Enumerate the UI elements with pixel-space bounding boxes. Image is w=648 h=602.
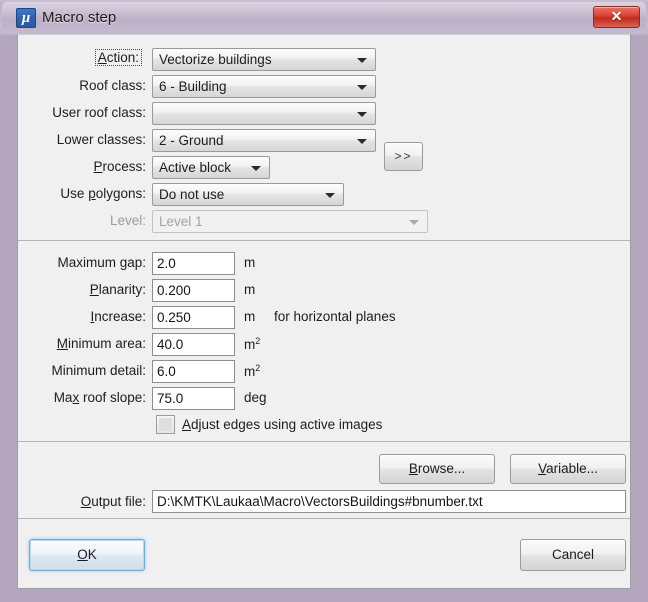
increase-input[interactable]: 0.250 — [152, 306, 235, 329]
output-file-label-box: Output file: — [18, 491, 146, 513]
action-label-box: Action: — [18, 48, 146, 70]
maximum-gap-input[interactable]: 2.0 — [152, 252, 235, 275]
level-label-box: Level: — [18, 210, 146, 232]
minimum-detail-input[interactable]: 6.0 — [152, 360, 235, 383]
planarity-label-box: Planarity: — [18, 279, 146, 301]
use-polygons-label-box: Use polygons: — [18, 183, 146, 205]
level-label: Level: — [109, 213, 146, 228]
planarity-label: Planarity: — [89, 282, 146, 297]
title-bar[interactable]: μ Macro step ✕ — [2, 2, 646, 34]
dialog-footer: OK Cancel — [18, 518, 630, 588]
level-value: Level 1 — [159, 214, 203, 229]
use-polygons-label: Use polygons: — [60, 186, 146, 201]
maximum-gap-label: Maximum gap: — [57, 255, 146, 270]
maximum-gap-unit: m — [244, 255, 256, 270]
action-value: Vectorize buildings — [159, 52, 272, 67]
row-user-roof-class: User roof class: — [18, 102, 630, 126]
row-roof-class: Roof class: 6 - Building — [18, 75, 630, 99]
output-file-input[interactable]: D:\KMTK\Laukaa\Macro\VectorsBuildings#bn… — [152, 490, 626, 513]
close-icon: ✕ — [610, 8, 623, 24]
row-maximum-gap: Maximum gap: 2.0 m — [18, 252, 630, 276]
chevron-down-icon — [251, 166, 261, 171]
close-button[interactable]: ✕ — [593, 6, 640, 28]
minimum-area-label-box: Minimum area: — [18, 333, 146, 355]
increase-label-box: Increase: — [18, 306, 146, 328]
use-polygons-combo[interactable]: Do not use — [152, 183, 344, 206]
roof-class-combo[interactable]: 6 - Building — [152, 75, 376, 98]
row-minimum-area: Minimum area: 40.0 m2 — [18, 333, 630, 357]
browse-button[interactable]: Browse... — [379, 454, 495, 484]
lower-classes-label-box: Lower classes: — [18, 129, 146, 151]
minimum-area-label: Minimum area: — [56, 336, 146, 351]
chevron-down-icon — [357, 139, 367, 144]
minimum-area-unit: m2 — [244, 336, 261, 352]
max-roof-slope-label: Max roof slope: — [53, 390, 146, 405]
cancel-button[interactable]: Cancel — [520, 539, 626, 571]
roof-class-label: Roof class: — [79, 78, 146, 93]
row-process: Process: Active block — [18, 156, 630, 180]
ok-button[interactable]: OK — [29, 539, 145, 571]
increase-label: Increase: — [90, 309, 146, 324]
adjust-edges-label[interactable]: Adjust edges using active images — [182, 417, 382, 432]
selection-panel: Action: Vectorize buildings Roof class: … — [18, 35, 630, 239]
output-panel: Browse... Variable... Output file: D:\KM… — [18, 441, 630, 517]
lower-classes-value: 2 - Ground — [159, 133, 224, 148]
use-polygons-value: Do not use — [159, 187, 225, 202]
max-roof-slope-unit: deg — [244, 390, 267, 405]
roof-class-label-box: Roof class: — [18, 75, 146, 97]
row-lower-classes: Lower classes: 2 - Ground — [18, 129, 630, 153]
user-roof-class-label: User roof class: — [52, 105, 146, 120]
max-roof-slope-input[interactable]: 75.0 — [152, 387, 235, 410]
minimum-detail-label-box: Minimum detail: — [18, 360, 146, 382]
increase-unit: m — [244, 309, 256, 324]
window-title: Macro step — [42, 9, 117, 26]
row-increase: Increase: 0.250 m for horizontal planes — [18, 306, 630, 330]
planarity-unit: m — [244, 282, 256, 297]
row-action: Action: Vectorize buildings — [18, 48, 630, 72]
minimum-area-input[interactable]: 40.0 — [152, 333, 235, 356]
chevron-down-icon — [325, 193, 335, 198]
max-roof-slope-label-box: Max roof slope: — [18, 387, 146, 409]
row-minimum-detail: Minimum detail: 6.0 m2 — [18, 360, 630, 384]
mu-app-icon: μ — [16, 8, 36, 28]
maximum-gap-label-box: Maximum gap: — [18, 252, 146, 274]
process-value: Active block — [159, 160, 232, 175]
action-label: Action: — [94, 49, 142, 66]
row-max-roof-slope: Max roof slope: 75.0 deg — [18, 387, 630, 411]
action-combo[interactable]: Vectorize buildings — [152, 48, 376, 71]
process-label: Process: — [93, 159, 146, 174]
user-roof-class-label-box: User roof class: — [18, 102, 146, 124]
variable-button[interactable]: Variable... — [510, 454, 626, 484]
row-use-polygons: Use polygons: Do not use — [18, 183, 630, 207]
macro-step-dialog: μ Macro step ✕ Action: Vectorize buildin… — [0, 0, 648, 602]
lower-classes-label: Lower classes: — [56, 132, 146, 147]
level-combo: Level 1 — [152, 210, 428, 233]
minimum-detail-unit: m2 — [244, 363, 261, 379]
chevron-down-icon — [409, 220, 419, 225]
process-combo[interactable]: Active block — [152, 156, 270, 179]
lower-classes-combo[interactable]: 2 - Ground — [152, 129, 376, 152]
output-file-label: Output file: — [80, 494, 146, 509]
process-label-box: Process: — [18, 156, 146, 178]
chevron-down-icon — [357, 85, 367, 90]
user-roof-class-combo[interactable] — [152, 102, 376, 125]
dialog-client-area: Action: Vectorize buildings Roof class: … — [17, 34, 631, 589]
row-planarity: Planarity: 0.200 m — [18, 279, 630, 303]
minimum-detail-label: Minimum detail: — [51, 363, 146, 378]
checkbox-inner — [159, 418, 172, 431]
planarity-input[interactable]: 0.200 — [152, 279, 235, 302]
chevron-down-icon — [357, 58, 367, 63]
increase-note: for horizontal planes — [274, 309, 396, 324]
parameters-panel: Maximum gap: 2.0 m Planarity: 0.200 m In… — [18, 240, 630, 440]
adjust-edges-checkbox[interactable] — [156, 415, 175, 434]
chevron-down-icon — [357, 112, 367, 117]
row-level: Level: Level 1 — [18, 210, 630, 234]
roof-class-value: 6 - Building — [159, 79, 227, 94]
